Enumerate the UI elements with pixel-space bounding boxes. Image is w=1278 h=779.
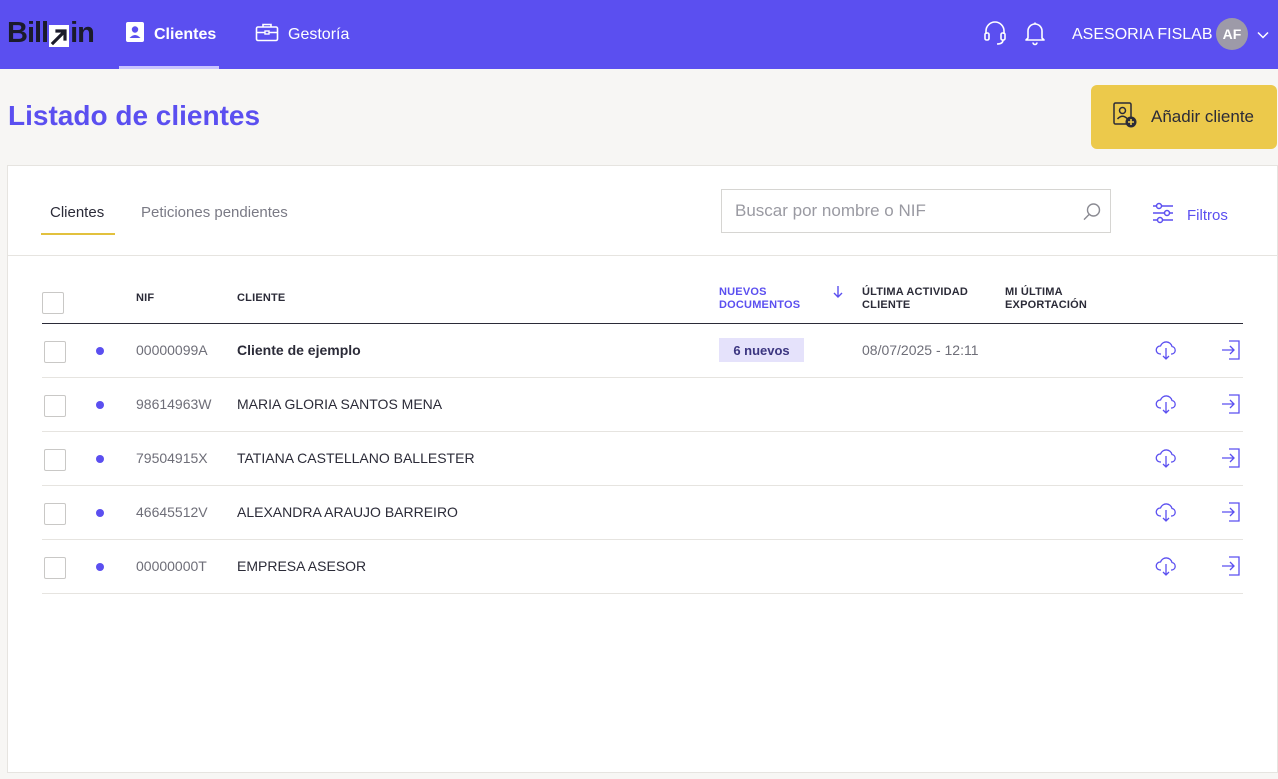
table-row[interactable]: 00000099A Cliente de ejemplo 6 nuevos 08… [42, 324, 1243, 378]
row-nif: 00000000T [136, 558, 207, 574]
briefcase-icon [255, 22, 279, 47]
cloud-download-icon[interactable] [1155, 555, 1177, 577]
headset-support-icon[interactable] [983, 20, 1007, 46]
row-cliente[interactable]: EMPRESA ASESOR [237, 558, 366, 574]
bell-notification-icon[interactable] [1023, 20, 1047, 46]
contact-card-icon [125, 21, 145, 48]
add-client-button[interactable]: Añadir cliente [1091, 85, 1277, 149]
tab-clientes[interactable]: Clientes [50, 204, 104, 221]
login-enter-icon[interactable] [1220, 447, 1242, 469]
cloud-download-icon[interactable] [1155, 339, 1177, 361]
row-cliente[interactable]: MARIA GLORIA SANTOS MENA [237, 396, 442, 412]
row-checkbox[interactable] [44, 503, 66, 525]
sort-arrow-down-icon[interactable] [832, 285, 844, 304]
login-enter-icon[interactable] [1220, 393, 1242, 415]
new-documents-badge: 6 nuevos [719, 338, 804, 362]
column-header-mi-ultima-exportacion[interactable]: MI ÚLTIMA EXPORTACIÓN [1005, 286, 1087, 312]
page-title: Listado de clientes [8, 100, 261, 131]
column-header-ultima-line2: CLIENTE [862, 299, 911, 311]
column-header-nif[interactable]: NIF [136, 292, 154, 305]
column-header-nuevos-line2: DOCUMENTOS [719, 299, 801, 311]
column-header-ultima-actividad[interactable]: ÚLTIMA ACTIVIDAD CLIENTE [862, 286, 968, 312]
row-checkbox[interactable] [44, 395, 66, 417]
login-enter-icon[interactable] [1220, 339, 1242, 361]
nav-tab-gestoria-label: Gestoría [288, 25, 350, 43]
chevron-down-icon[interactable] [1257, 27, 1269, 39]
row-checkbox[interactable] [44, 557, 66, 579]
search-box [721, 189, 1111, 233]
sliders-filter-icon [1151, 202, 1175, 228]
panel-divider [8, 255, 1277, 256]
column-header-export-line2: EXPORTACIÓN [1005, 299, 1088, 311]
cloud-download-icon[interactable] [1155, 447, 1177, 469]
table-row[interactable]: 98614963W MARIA GLORIA SANTOS MENA [42, 378, 1243, 432]
row-nif: 98614963W [136, 396, 212, 412]
row-cliente[interactable]: TATIANA CASTELLANO BALLESTER [237, 450, 475, 466]
row-cliente[interactable]: ALEXANDRA ARAUJO BARREIRO [237, 504, 458, 520]
column-header-cliente[interactable]: CLIENTE [237, 292, 285, 305]
table-row[interactable]: 00000000T EMPRESA ASESOR [42, 540, 1243, 594]
row-nif: 79504915X [136, 450, 208, 466]
select-all-checkbox[interactable] [42, 292, 64, 314]
filters-button[interactable]: Filtros [1151, 202, 1228, 228]
nav-tab-gestoria[interactable]: Gestoría [255, 0, 365, 69]
cloud-download-icon[interactable] [1155, 393, 1177, 415]
add-contact-icon [1113, 101, 1137, 133]
column-header-nuevos-line1: NUEVOS [719, 286, 767, 298]
row-checkbox[interactable] [44, 449, 66, 471]
nav-tab-clientes-label: Clientes [154, 25, 217, 43]
logo-text-right: in [70, 16, 95, 49]
login-enter-icon[interactable] [1220, 501, 1242, 523]
login-enter-icon[interactable] [1220, 555, 1242, 577]
add-client-label: Añadir cliente [1151, 107, 1255, 126]
nav-tab-clientes[interactable]: Clientes [119, 0, 219, 69]
row-nif: 00000099A [136, 342, 208, 358]
status-dot [96, 401, 104, 409]
row-checkbox[interactable] [44, 341, 66, 363]
clients-panel: Clientes Peticiones pendientes Filtros N… [7, 165, 1278, 773]
column-header-nuevos-documentos[interactable]: NUEVOS DOCUMENTOS [719, 286, 800, 312]
account-name[interactable]: ASESORIA FISLAB [1072, 0, 1213, 69]
tab-peticiones-pendientes[interactable]: Peticiones pendientes [141, 204, 288, 221]
avatar[interactable]: AF [1216, 18, 1248, 50]
cloud-download-icon[interactable] [1155, 501, 1177, 523]
table-row[interactable]: 79504915X TATIANA CASTELLANO BALLESTER [42, 432, 1243, 486]
status-dot [96, 347, 104, 355]
billin-logo[interactable]: Bill in [7, 16, 95, 50]
search-input[interactable] [735, 201, 1065, 221]
column-header-export-line1: MI ÚLTIMA [1005, 286, 1063, 298]
active-tab-indicator [41, 233, 115, 235]
search-icon[interactable] [1082, 202, 1102, 227]
status-dot [96, 563, 104, 571]
filters-label: Filtros [1187, 206, 1228, 224]
status-dot [96, 455, 104, 463]
logo-text-left: Bill [7, 16, 49, 49]
column-header-ultima-line1: ÚLTIMA ACTIVIDAD [862, 286, 969, 298]
row-cliente[interactable]: Cliente de ejemplo [237, 342, 361, 358]
row-nif: 46645512V [136, 504, 208, 520]
status-dot [96, 509, 104, 517]
table-row[interactable]: 46645512V ALEXANDRA ARAUJO BARREIRO [42, 486, 1243, 540]
top-navigation-bar: Bill in Clientes Gestoría ASESORIA FISLA… [0, 0, 1278, 69]
row-ultima-actividad: 08/07/2025 - 12:11 [862, 342, 979, 358]
logo-arrow-icon [49, 22, 70, 47]
